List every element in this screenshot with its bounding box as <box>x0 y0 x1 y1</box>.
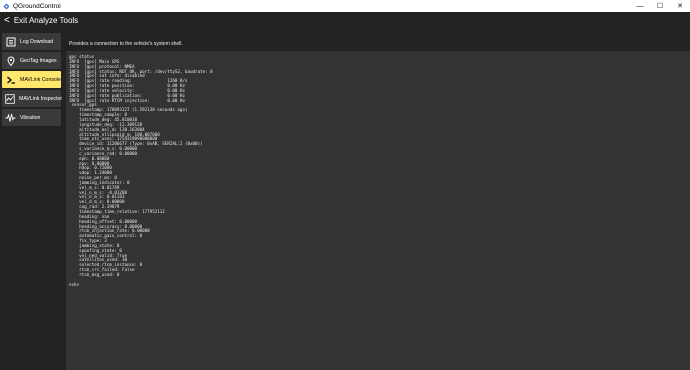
console-line: nsh> <box>69 281 80 287</box>
map-pin-icon <box>5 55 16 66</box>
sidebar-item-mavlink-inspector[interactable]: MAVLink Inspector <box>2 90 63 107</box>
toolbar-title: Exit Analyze Tools <box>13 16 79 25</box>
pulse-icon <box>5 112 16 123</box>
sidebar-item-label: GeoTag Images <box>20 57 57 64</box>
sidebar-item-label: MAVLink Inspector <box>19 95 63 102</box>
sidebar-item-geotag-images[interactable]: GeoTag Images <box>2 52 61 69</box>
chevron-left-icon: < <box>4 14 10 26</box>
toolbar: < Exit Analyze Tools <box>0 12 690 29</box>
qgc-app-icon <box>3 3 10 10</box>
sidebar: Log Download GeoTag Images MAVLink Conso… <box>0 31 62 370</box>
window-controls: — ☐ ✕ <box>630 0 690 12</box>
console-icon <box>5 74 16 85</box>
sidebar-item-label: MAVLink Console <box>20 76 61 83</box>
sidebar-item-vibration[interactable]: Vibration <box>2 109 61 126</box>
sidebar-item-label: Vibration <box>20 114 41 121</box>
console-line: rtcm_msg_used: 0 <box>69 271 120 277</box>
sidebar-item-log-download[interactable]: Log Download <box>2 33 61 50</box>
document-icon <box>5 36 16 47</box>
mavlink-console-panel: Provides a connection to the vehicle's s… <box>66 37 690 370</box>
window-titlebar: QGroundControl — ☐ ✕ <box>0 0 690 12</box>
sidebar-item-label: Log Download <box>20 38 54 45</box>
panel-description: Provides a connection to the vehicle's s… <box>69 41 183 47</box>
console-output[interactable]: gps status INFO [gps] Main GPS INFO [gps… <box>66 51 690 370</box>
maximize-button[interactable]: ☐ <box>650 0 670 12</box>
close-button[interactable]: ✕ <box>670 0 690 12</box>
chart-icon <box>5 93 15 104</box>
exit-analyze-tools-button[interactable]: < Exit Analyze Tools <box>4 14 79 26</box>
window-title: QGroundControl <box>13 2 61 10</box>
console-text[interactable]: gps status INFO [gps] Main GPS INFO [gps… <box>69 54 213 288</box>
minimize-button[interactable]: — <box>630 0 650 12</box>
sidebar-item-mavlink-console[interactable]: MAVLink Console <box>2 71 61 88</box>
